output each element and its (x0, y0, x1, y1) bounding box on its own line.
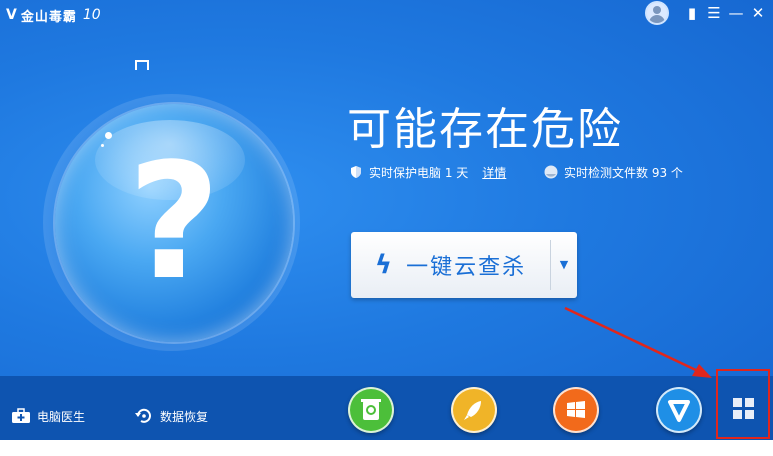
annotation-arrow (564, 306, 712, 378)
main-window: V 金山毒霸 10 ▮ ☰ — ✕ ? 可能存在危险 实时保护电脑 1 天 详情… (0, 0, 773, 440)
